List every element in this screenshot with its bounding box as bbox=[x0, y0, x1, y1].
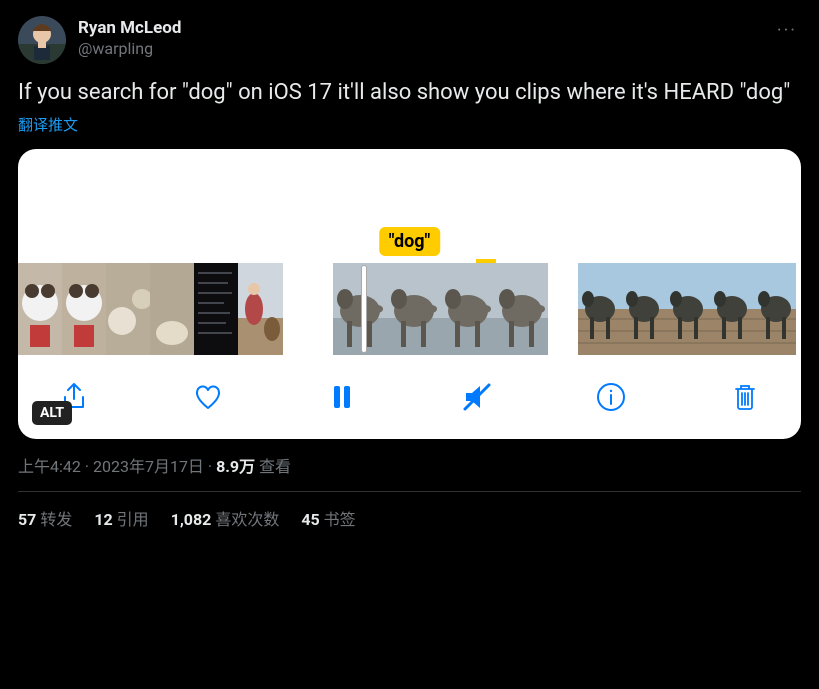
tweet-text: If you search for "dog" on iOS 17 it'll … bbox=[18, 78, 801, 108]
mute-button[interactable] bbox=[455, 375, 499, 419]
translate-link[interactable]: 翻译推文 bbox=[18, 114, 78, 135]
meta-line: 上午4:42 · 2023年7月17日 · 8.9万 查看 bbox=[18, 453, 801, 477]
handle: @warpling bbox=[78, 39, 761, 59]
trash-button[interactable] bbox=[723, 375, 767, 419]
quotes-count[interactable]: 12 引用 bbox=[94, 506, 148, 530]
timeline-strip[interactable] bbox=[18, 263, 801, 355]
media-toolbar bbox=[18, 355, 801, 439]
playhead[interactable] bbox=[361, 265, 367, 353]
tweet-header: Ryan McLeod @warpling ··· bbox=[18, 16, 801, 64]
views-label: 查看 bbox=[259, 457, 291, 476]
pause-button[interactable] bbox=[320, 375, 364, 419]
clip-group-1[interactable] bbox=[18, 263, 283, 355]
views-count: 8.9万 bbox=[216, 457, 255, 476]
media-card[interactable]: "dog" bbox=[18, 149, 801, 439]
timeline-area: "dog" bbox=[18, 149, 801, 439]
clip-group-2[interactable] bbox=[333, 263, 548, 355]
search-match-badge: "dog" bbox=[379, 227, 441, 256]
clip-group-3[interactable] bbox=[578, 263, 796, 355]
author-names[interactable]: Ryan McLeod @warpling bbox=[78, 16, 761, 59]
counts-row: 57 转发 12 引用 1,082 喜欢次数 45 书签 bbox=[18, 492, 801, 538]
timeline-top: "dog" bbox=[18, 149, 801, 263]
tweet-container: Ryan McLeod @warpling ··· If you search … bbox=[0, 0, 819, 546]
info-button[interactable] bbox=[589, 375, 633, 419]
more-button[interactable]: ··· bbox=[773, 16, 801, 45]
tweet-date[interactable]: 2023年7月17日 bbox=[93, 457, 204, 476]
like-button[interactable] bbox=[186, 375, 230, 419]
display-name: Ryan McLeod bbox=[78, 18, 761, 39]
alt-badge[interactable]: ALT bbox=[32, 401, 72, 425]
bookmarks-count[interactable]: 45 书签 bbox=[301, 506, 355, 530]
retweets-count[interactable]: 57 转发 bbox=[18, 506, 72, 530]
likes-count[interactable]: 1,082 喜欢次数 bbox=[171, 506, 280, 530]
avatar[interactable] bbox=[18, 16, 66, 64]
tweet-time[interactable]: 上午4:42 bbox=[18, 457, 81, 476]
